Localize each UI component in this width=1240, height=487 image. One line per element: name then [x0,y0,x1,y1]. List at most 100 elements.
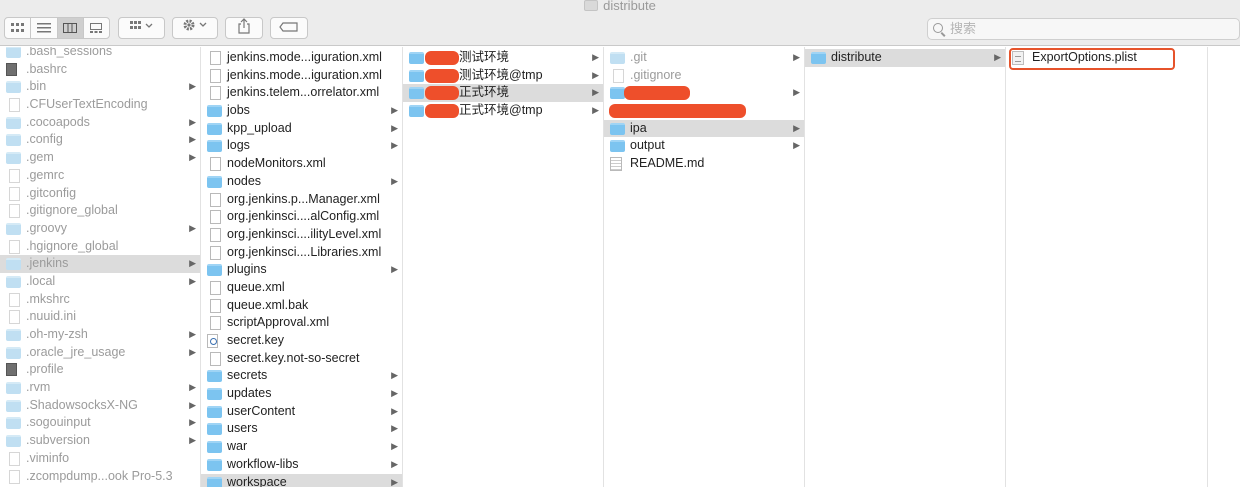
row-label: logs [227,138,250,153]
folder-row[interactable]: .subversion ▶ [0,432,200,450]
column-view-button[interactable] [57,18,84,38]
file-row[interactable]: queue.xml [201,279,402,297]
file-row[interactable]: org.jenkins.p...Manager.xml [201,191,402,209]
row-label: .oh-my-zsh [26,327,88,341]
folder-row[interactable]: .oracle_jre_usage ▶ [0,344,200,362]
tags-button[interactable] [270,17,308,39]
folder-icon [6,258,21,271]
file-row[interactable]: org.jenkinsci....alConfig.xml [201,208,402,226]
list-view-button[interactable] [31,18,58,38]
row-label: .gitignore_global [26,203,118,218]
folder-row[interactable]: kpp_upload ▶ [201,120,402,138]
file-row[interactable]: .viminfo [0,450,200,468]
folder-row[interactable]: users ▶ [201,420,402,438]
file-row[interactable]: secret.key [201,332,402,350]
folder-row[interactable]: distribute ▶ [805,49,1005,67]
folder-row[interactable]: .groovy ▶ [0,220,200,238]
file-row[interactable]: .nuuid.ini [0,308,200,326]
folder-row[interactable]: ipa ▶ [604,119,804,138]
folder-icon [6,275,21,288]
file-row[interactable]: queue.xml.bak [201,297,402,315]
chevron-right-icon: ▶ [189,382,196,393]
folder-row[interactable]: updates ▶ [201,385,402,403]
file-row[interactable]: org.jenkinsci....ilityLevel.xml [201,226,402,244]
action-button[interactable] [172,17,218,39]
exec-icon [6,62,17,76]
row-label: .local [26,273,56,288]
folder-row[interactable]: plugins ▶ [201,261,402,279]
folder-row[interactable]: secrets ▶ [201,367,402,385]
folder-row[interactable]: .config ▶ [0,131,200,149]
file-row[interactable]: .mkshrc [0,291,200,309]
group-icon [129,21,152,29]
folder-row[interactable]: .ShadowsocksX-NG ▶ [0,397,200,415]
file-row[interactable]: .gemrc [0,167,200,185]
folder-row[interactable]: 测试环境 ▶ [403,49,603,67]
row-label: .mkshrc [26,291,70,306]
folder-row[interactable]: .rvm ▶ [0,379,200,397]
folder-row[interactable]: logs ▶ [201,137,402,155]
file-row[interactable]: .hgignore_global [0,238,200,256]
file-row[interactable]: nodeMonitors.xml [201,155,402,173]
column-distribute: ExportOptions.plist [1006,47,1208,487]
file-row[interactable]: org.jenkinsci....Libraries.xml [201,244,402,262]
row-label: war [227,439,248,454]
row-label: queue.xml [227,279,285,294]
row-label: userContent [227,403,296,418]
row-label: .gemrc [26,167,65,182]
folder-row[interactable]: .local ▶ [0,273,200,291]
folder-icon [610,122,625,135]
folder-row[interactable]: 测试环境@tmp ▶ [403,67,603,85]
gallery-view-button[interactable] [84,18,109,38]
folder-row[interactable]: 正式环境 ▶ [403,84,603,103]
folder-row[interactable]: .gem ▶ [0,149,200,167]
folder-row[interactable]: .oh-my-zsh ▶ [0,326,200,344]
folder-row[interactable]: workflow-libs ▶ [201,456,402,474]
file-row[interactable]: secret.key.not-so-secret [201,350,402,368]
folder-row[interactable]: .git ▶ [604,49,804,67]
redaction-mark [624,86,690,101]
file-row[interactable]: ExportOptions.plist [1006,48,1207,70]
folder-row[interactable]: userContent ▶ [201,403,402,421]
folder-icon [207,175,222,188]
row-label: .zcompdump...ook Pro-5.3 [26,468,173,483]
file-row[interactable]: .gitconfig [0,185,200,203]
folder-row[interactable]: output ▶ [604,137,804,155]
folder-row[interactable]: .cocoapods ▶ [0,114,200,132]
file-row[interactable]: README.md [604,155,804,173]
folder-row[interactable]: 正式环境@tmp ▶ [403,102,603,120]
share-button[interactable] [225,17,263,39]
folder-row[interactable]: .bin ▶ [0,78,200,96]
folder-row[interactable]: workspace ▶ [201,473,402,487]
file-row[interactable]: .gitignore [604,67,804,85]
folder-row[interactable]: .sogouinput ▶ [0,414,200,432]
group-by-button[interactable] [118,17,165,39]
row-label: .jenkins [26,256,69,271]
folder-row[interactable]: ▶ [604,84,804,102]
file-row[interactable]: .CFUserTextEncoding [0,96,200,114]
chevron-right-icon: ▶ [793,140,800,151]
file-row[interactable]: jenkins.mode...iguration.xml [201,49,402,67]
file-row[interactable] [604,102,804,120]
folder-row[interactable]: war ▶ [201,438,402,456]
chevron-right-icon: ▶ [189,275,196,286]
search-field[interactable]: 搜索 [927,18,1240,40]
chevron-right-icon: ▶ [391,370,398,381]
file-row[interactable]: .profile [0,361,200,379]
file-row[interactable]: .zcompdump...ook Pro-5.3 [0,468,200,486]
column-home: .bash_sessions .bashrc .bin ▶ .CFUserTextEnc… [0,47,201,487]
folder-row[interactable]: nodes ▶ [201,173,402,191]
row-label: org.jenkins.p...Manager.xml [227,191,380,206]
file-row[interactable]: jenkins.mode...iguration.xml [201,67,402,85]
file-row[interactable]: scriptApproval.xml [201,314,402,332]
row-label: .subversion [26,433,90,448]
file-row[interactable]: .bashrc [0,61,200,79]
folder-row[interactable]: jobs ▶ [201,102,402,120]
file-row[interactable]: .gitignore_global [0,202,200,220]
folder-row[interactable]: .bash_sessions [0,47,200,61]
folder-icon [207,458,222,471]
icon-view-button[interactable] [5,18,32,38]
file-row[interactable]: jenkins.telem...orrelator.xml [201,84,402,102]
chevron-right-icon: ▶ [592,69,599,80]
folder-row[interactable]: .jenkins ▶ [0,255,200,273]
